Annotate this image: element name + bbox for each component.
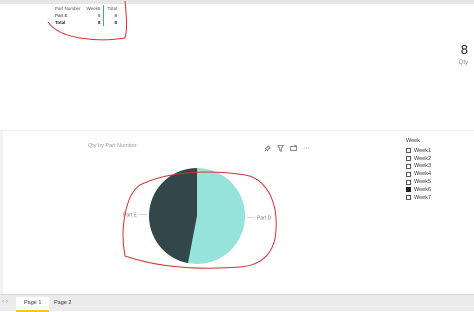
next-page-icon[interactable]: › — [6, 299, 8, 305]
slicer-item-label: Week1 — [414, 147, 432, 154]
checkbox[interactable] — [406, 179, 411, 185]
week-slicer: Week Week1 Week2 Week3 Week4 Week5 Week6 Week7 — [406, 138, 431, 202]
red-annotation-stroke — [47, 0, 128, 41]
tab-page-2[interactable]: Page 2 — [46, 297, 79, 310]
slicer-item[interactable]: Week4 — [406, 170, 431, 178]
slicer-item-label: Week7 — [414, 194, 432, 201]
slicer-item-label: Week3 — [414, 163, 432, 170]
slicer-title: Week — [406, 138, 420, 144]
checkbox[interactable] — [406, 148, 411, 154]
pie-slice[interactable] — [148, 168, 197, 264]
prev-page-icon[interactable]: ‹ — [2, 299, 4, 305]
slicer-item[interactable]: Week2 — [406, 155, 431, 163]
annotation-overlay-top — [47, 0, 128, 41]
slicer-item-label: Week2 — [414, 155, 432, 162]
page-tabs-bar: ‹ › Page 1 Page 2 — [0, 294, 474, 312]
slice-label: Part D — [257, 215, 272, 221]
pie-chart: Part DPart E — [122, 168, 277, 269]
checkbox[interactable] — [406, 156, 411, 162]
checkbox[interactable] — [406, 171, 411, 177]
slicer-item-label: Week4 — [414, 171, 432, 178]
slicer-item[interactable]: Week6 — [406, 186, 431, 194]
slicer-item[interactable]: Week3 — [406, 163, 431, 171]
slicer-item[interactable]: Week1 — [406, 147, 431, 155]
checked-checkbox[interactable] — [406, 187, 411, 193]
slicer-item-label: Week6 — [414, 186, 432, 193]
section-divider — [0, 130, 474, 131]
slicer-item-label: Week5 — [414, 179, 432, 186]
page-nav: ‹ › — [2, 299, 8, 305]
checkbox[interactable] — [406, 163, 411, 169]
checkbox[interactable] — [406, 195, 411, 201]
slicer-item[interactable]: Week5 — [406, 178, 431, 186]
slicer-item[interactable]: Week7 — [406, 194, 431, 202]
